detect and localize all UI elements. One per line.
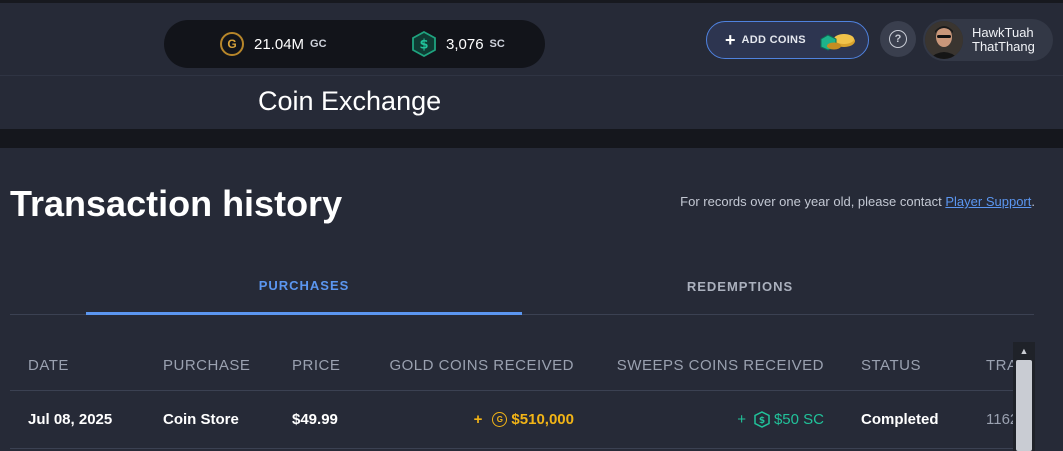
row-sweeps-coins: + $ $50 SC bbox=[592, 391, 824, 448]
row-status: Completed bbox=[861, 411, 939, 428]
gold-coin-balance[interactable]: G 21.04M GC bbox=[220, 20, 327, 68]
column-header-transaction[interactable]: TRA bbox=[986, 341, 1016, 390]
records-note-suffix: . bbox=[1031, 194, 1035, 209]
avatar bbox=[925, 21, 963, 59]
sweeps-coins-value: $50 SC bbox=[773, 411, 824, 428]
records-note-text: For records over one year old, please co… bbox=[680, 194, 946, 209]
column-header-purchase[interactable]: PURCHASE bbox=[163, 341, 250, 390]
player-support-link[interactable]: Player Support bbox=[945, 194, 1031, 209]
page-header: Coin Exchange bbox=[0, 76, 1063, 129]
gold-coin-icon: G bbox=[492, 412, 508, 427]
table-header: DATE PURCHASE PRICE GOLD COINS RECEIVED … bbox=[10, 341, 1016, 391]
coin-stack-icon bbox=[820, 31, 856, 56]
records-note: For records over one year old, please co… bbox=[680, 194, 1035, 209]
row-purchase: Coin Store bbox=[163, 411, 239, 428]
row-gold-coins: + G $510,000 bbox=[360, 391, 574, 448]
page-title: Coin Exchange bbox=[258, 86, 442, 116]
row-transaction-id: 1162 bbox=[986, 411, 1016, 428]
help-button[interactable]: ? bbox=[880, 21, 916, 57]
scroll-up-icon[interactable]: ▲ bbox=[1018, 346, 1030, 358]
plus-icon: + bbox=[725, 29, 736, 50]
sweeps-coin-icon: $ bbox=[412, 30, 436, 58]
add-coins-label: ADD COINS bbox=[741, 34, 806, 46]
tabs: PURCHASES REDEMPTIONS bbox=[10, 258, 1034, 315]
table-row[interactable]: Jul 08, 2025 Coin Store $49.99 + G $510,… bbox=[10, 391, 1016, 449]
question-icon: ? bbox=[889, 30, 907, 48]
column-header-sweeps-coins[interactable]: SWEEPS COINS RECEIVED bbox=[592, 341, 824, 390]
add-coins-button[interactable]: + ADD COINS bbox=[706, 21, 869, 59]
sweeps-plus-sign: + bbox=[737, 411, 746, 428]
main-content: Transaction history For records over one… bbox=[0, 148, 1063, 451]
user-menu[interactable]: HawkTuah ThatThang bbox=[923, 19, 1053, 61]
gold-coins-value: $510,000 bbox=[511, 411, 574, 428]
balance-pill: G 21.04M GC $ 3,076 SC bbox=[164, 20, 545, 68]
gold-coin-amount: 21.04M bbox=[254, 35, 305, 53]
column-header-date[interactable]: DATE bbox=[28, 341, 69, 390]
sweeps-coin-icon: $ bbox=[754, 411, 770, 428]
tab-purchases[interactable]: PURCHASES bbox=[86, 258, 522, 315]
column-header-gold-coins[interactable]: GOLD COINS RECEIVED bbox=[360, 341, 574, 390]
gold-plus-sign: + bbox=[473, 411, 483, 428]
column-header-status[interactable]: STATUS bbox=[861, 341, 921, 390]
tab-redemptions[interactable]: REDEMPTIONS bbox=[522, 258, 958, 315]
svg-text:$: $ bbox=[759, 416, 765, 426]
header-divider bbox=[0, 129, 1063, 148]
scroll-thumb[interactable] bbox=[1016, 360, 1032, 451]
sweeps-coin-amount: 3,076 bbox=[446, 35, 484, 53]
username: HawkTuah ThatThang bbox=[972, 25, 1035, 54]
section-title: Transaction history bbox=[10, 183, 343, 224]
sweeps-coin-balance[interactable]: $ 3,076 SC bbox=[412, 20, 505, 68]
vertical-scrollbar[interactable]: ▲ bbox=[1013, 342, 1035, 451]
svg-text:$: $ bbox=[419, 38, 428, 53]
top-bar: G 21.04M GC $ 3,076 SC + ADD COINS ? Haw… bbox=[0, 0, 1063, 76]
gold-coin-icon: G bbox=[220, 32, 244, 56]
transaction-table: DATE PURCHASE PRICE GOLD COINS RECEIVED … bbox=[10, 341, 1016, 451]
column-header-price[interactable]: PRICE bbox=[292, 341, 340, 390]
sweeps-coin-unit: SC bbox=[489, 38, 505, 50]
row-price: $49.99 bbox=[292, 411, 338, 428]
gold-coin-unit: GC bbox=[310, 38, 327, 50]
row-date: Jul 08, 2025 bbox=[28, 411, 113, 428]
